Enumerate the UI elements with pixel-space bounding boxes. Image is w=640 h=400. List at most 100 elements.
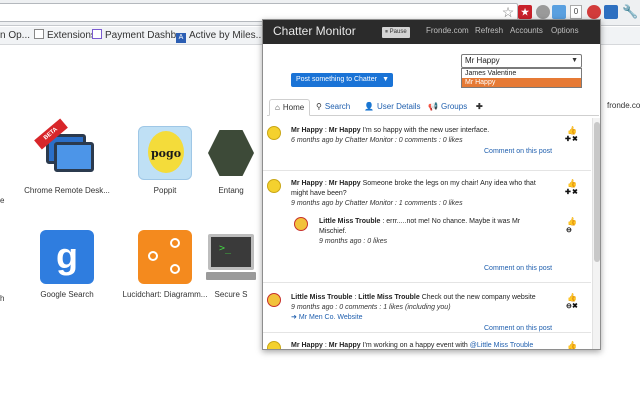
extension-bird-icon[interactable] [552,5,566,19]
user-select-value: Mr Happy [465,56,500,65]
app-entanglement[interactable]: Entang [196,126,266,195]
post-author[interactable]: Mr Happy [291,180,323,187]
nav-refresh-link[interactable]: Refresh [475,26,503,35]
post-meta: 9 months ago : 0 comments : 1 likes (inc… [291,304,451,311]
post-meta: 9 months ago by Chatter Monitor : 1 comm… [291,200,463,207]
feed-post: Mr Happy : Mr Happy I'm so happy with th… [263,118,591,174]
post-target[interactable]: Mr Happy [329,180,361,187]
post-target[interactable]: Mr Happy [329,127,361,134]
chevron-down-icon: ▼ [571,57,578,64]
tab-groups[interactable]: 📢 Groups [423,99,472,116]
bookmark-item[interactable]: n Op... [0,29,30,43]
chatter-feed: Mr Happy : Mr Happy I'm so happy with th… [263,118,591,349]
user-icon: 👤 [364,102,374,111]
post-something-button[interactable]: Post something to Chatter ▼ [291,73,393,87]
plus-icon[interactable]: ✚ [565,188,571,196]
post-actions: 👍 ✚ ✖ [565,179,583,197]
tab-label: User Details [376,102,421,111]
bookmark-extensions[interactable]: Extensions [34,29,96,43]
site-favicon-icon: A [176,33,186,43]
bookmark-active-by-miles[interactable]: A Active by Miles... [176,29,264,43]
user-option-james-valentine[interactable]: James Valentine [462,69,581,78]
bookmark-label: Payment Dashb... [105,30,185,41]
user-select[interactable]: Mr Happy ▼ [461,54,582,68]
avatar [267,126,281,140]
megaphone-icon: 📢 [428,102,438,111]
post-target[interactable]: Mr Happy [329,342,361,349]
extension-red-icon[interactable]: ★ [518,5,532,19]
post-text: Mr Happy : Mr Happy Someone broke the le… [291,179,536,199]
nav-options-link[interactable]: Options [551,26,579,35]
page-icon [92,29,102,39]
post-author[interactable]: Little Miss Trouble [291,294,352,301]
plus-icon: ✚ [476,102,483,111]
post-button-label: Post something to Chatter [296,76,377,83]
nav-fronde-link[interactable]: Fronde.com [426,26,469,35]
tab-user-details[interactable]: 👤 User Details [359,99,426,116]
plus-icon[interactable]: ✚ [565,135,571,143]
chrome-remote-desktop-icon: BETA [34,118,94,180]
post-body: I'm working on a happy event with [360,342,470,349]
post-actions: 👍 ⊖ ✖ [565,293,583,311]
thumbs-up-icon[interactable]: 👍 [567,341,577,349]
post-actions: 👍 [565,341,583,349]
avatar [267,293,281,307]
user-dropdown-list: James Valentine Mr Happy [461,68,582,88]
thumbs-up-icon[interactable]: 👍 [567,179,577,188]
app-label: Google Search [40,290,94,299]
feed-scrollbar[interactable] [592,118,600,349]
bookmark-label: Active by Miles... [189,30,265,41]
chatter-monitor-extension-icon[interactable] [587,5,601,19]
tab-label: Home [282,103,305,112]
post-body: I'm so happy with the new user interface… [360,127,490,134]
bookmark-star-icon[interactable]: ☆ [500,4,516,20]
thumbs-up-icon[interactable]: 👍 [567,126,577,135]
comment-on-post-link[interactable]: Comment on this post [484,265,552,272]
tab-search[interactable]: ⚲ Search [311,99,355,116]
wrench-menu-icon[interactable]: 🔧 [622,4,638,20]
tab-add[interactable]: ✚ [471,99,491,116]
pause-button[interactable]: ⏸ Pause [382,27,410,38]
home-icon: ⌂ [275,103,280,112]
extension-counter-badge[interactable]: 0 [570,5,582,19]
comment-on-post-link[interactable]: Comment on this post [484,148,552,155]
user-option-mr-happy[interactable]: Mr Happy [462,78,581,87]
app-google-search[interactable]: g Google Search [12,230,122,299]
pause-label: Pause [389,29,407,35]
post-text: Mr Happy : Mr Happy I'm working on a hap… [291,341,534,349]
delete-x-icon[interactable]: ✖ [572,302,578,310]
thumbs-up-icon[interactable]: 👍 [567,293,577,302]
post-target[interactable]: Little Miss Trouble [358,294,419,301]
chevron-down-icon: ▼ [382,76,389,83]
thumbs-up-icon[interactable]: 👍 [567,217,577,226]
delete-x-icon[interactable]: ✖ [572,188,578,196]
lucidchart-icon [138,230,192,284]
feed-post: Mr Happy : Mr Happy I'm working on a hap… [263,332,591,349]
popup-header: Chatter Monitor ⏸ Pause Fronde.com Refre… [263,20,600,44]
mention-link[interactable]: @Little Miss Trouble [470,342,534,349]
google-g-glyph: g [56,235,78,276]
extension-blue-icon[interactable] [604,5,618,19]
app-secure-shell[interactable]: >_ Secure S [196,230,266,299]
minus-icon[interactable]: ⊖ [566,226,572,234]
minus-icon[interactable]: ⊖ [566,302,572,310]
delete-x-icon[interactable]: ✖ [572,135,578,143]
post-author[interactable]: Mr Happy [291,342,323,349]
page-icon [34,29,44,39]
comment-author[interactable]: Little Miss Trouble [319,218,380,225]
scrollbar-thumb[interactable] [594,122,600,262]
truncated-app-label: h [0,294,5,303]
comment-on-post-link[interactable]: Comment on this post [484,325,552,332]
tab-home[interactable]: ⌂ Home [269,99,311,116]
chatter-monitor-popup: Chatter Monitor ⏸ Pause Fronde.com Refre… [262,19,601,350]
post-meta: 6 months ago by Chatter Monitor : 0 comm… [291,137,463,144]
app-chrome-remote-desktop[interactable]: BETA Chrome Remote Desk... [12,118,122,195]
extension-grey-icon[interactable] [536,5,550,19]
company-website-link[interactable]: Mr Men Co. Website [299,314,363,321]
bookmark-payment-dashboard[interactable]: Payment Dashb... [92,29,184,43]
post-author[interactable]: Mr Happy [291,127,323,134]
nav-accounts-link[interactable]: Accounts [510,26,543,35]
post-body: Someone broke the legs on my chair! Any … [360,180,536,187]
tab-label: Groups [440,102,468,111]
post-actions: 👍 ✚ ✖ [565,126,583,144]
